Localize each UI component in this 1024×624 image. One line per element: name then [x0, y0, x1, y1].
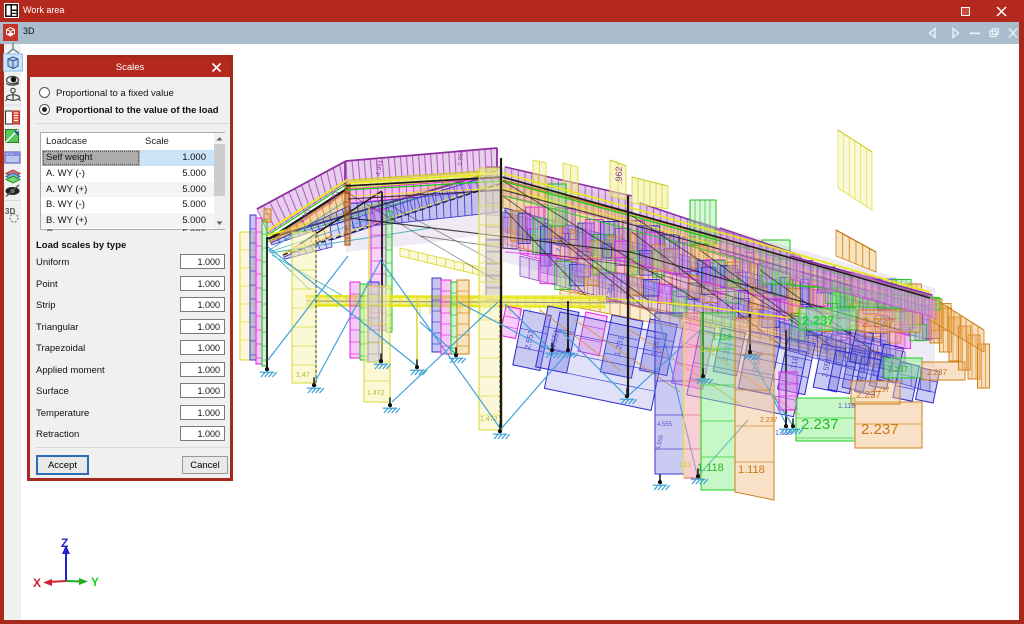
svg-text:2.237: 2.237 — [861, 421, 899, 438]
svg-text:1.118: 1.118 — [697, 462, 724, 474]
svg-text:2.237: 2.237 — [760, 417, 778, 424]
svg-text:1.47: 1.47 — [296, 372, 310, 379]
svg-text:1.11: 1.11 — [678, 462, 691, 469]
svg-text:2.237: 2.237 — [872, 387, 890, 394]
svg-text:2.962: 2.962 — [457, 149, 465, 166]
svg-text:2.237: 2.237 — [802, 313, 835, 328]
svg-text:1.118: 1.118 — [738, 464, 765, 476]
svg-text:2.237: 2.237 — [927, 368, 948, 377]
svg-text:2.237: 2.237 — [888, 365, 909, 374]
svg-text:1.472: 1.472 — [367, 390, 385, 397]
svg-text:4.555: 4.555 — [657, 422, 673, 428]
svg-text:2.237: 2.237 — [862, 315, 895, 330]
svg-text:1.118: 1.118 — [712, 333, 732, 342]
svg-text:2.237: 2.237 — [801, 416, 839, 433]
svg-text:.962: .962 — [614, 166, 624, 184]
svg-text:1.118: 1.118 — [700, 345, 720, 354]
svg-text:1.118: 1.118 — [838, 403, 855, 410]
svg-text:Z: Z — [61, 537, 68, 550]
svg-text:1.472: 1.472 — [480, 416, 498, 423]
svg-text:Y: Y — [91, 575, 99, 589]
svg-text:X: X — [33, 576, 41, 590]
